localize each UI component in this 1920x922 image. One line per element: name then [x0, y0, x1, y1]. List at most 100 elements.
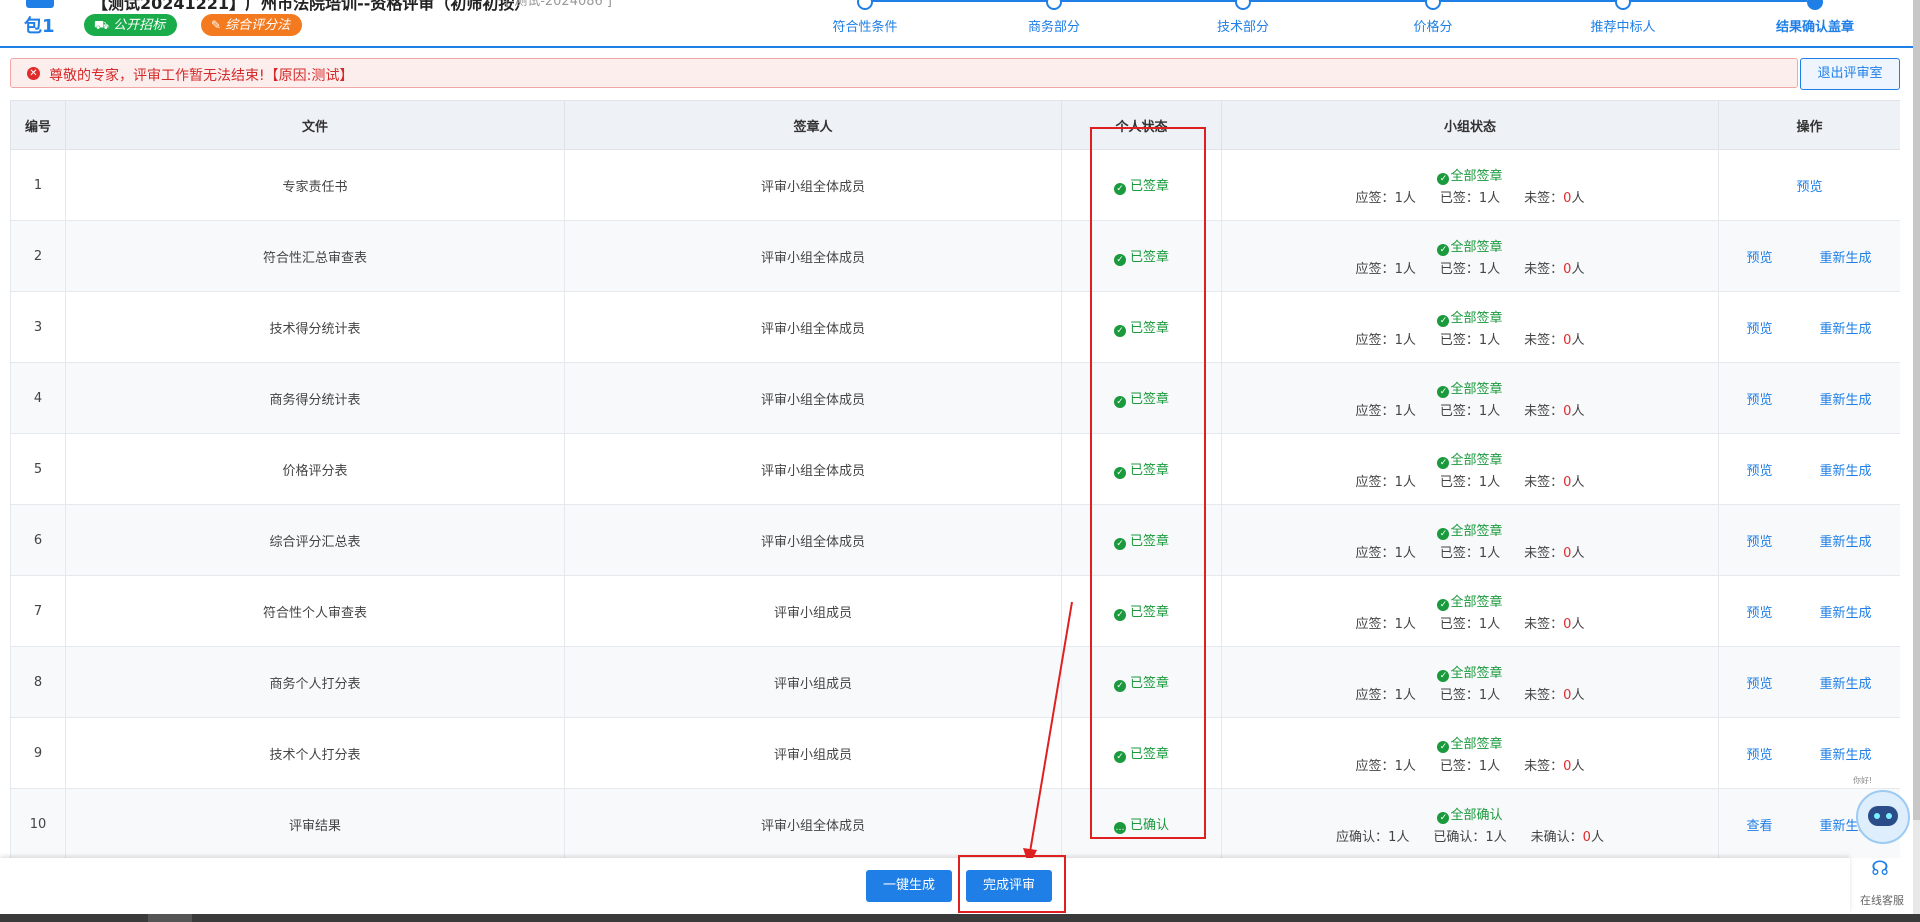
cell-number: 2 [10, 220, 66, 292]
group-status-label: ✓ 全部签章 [1222, 449, 1718, 469]
cell-actions: 预览 重新生成 [1718, 646, 1900, 718]
cell-signer: 评审小组全体成员 [564, 291, 1062, 363]
cell-file-name: 综合评分汇总表 [65, 504, 565, 576]
exit-review-room-button[interactable]: 退出评审室 [1800, 58, 1900, 90]
document-table-container[interactable]: 编号 文件 签章人 个人状态 小组状态 操作 1 专家责任书 评审小组全体成员 ✓ 已签… [10, 100, 1900, 858]
warning-alert: ✕ 尊敬的专家，评审工作暂无法结束!【原因:测试】 [10, 58, 1798, 88]
package-icon [26, 0, 54, 8]
regenerate-link[interactable]: 重新生成 [1796, 318, 1896, 337]
step-dot [1046, 0, 1062, 10]
group-status-label: ✓ 全部签章 [1222, 733, 1718, 753]
cell-actions: 预览 重新生成 [1718, 575, 1900, 647]
preview-link[interactable]: 预览 [1724, 460, 1796, 479]
cell-number: 10 [10, 788, 66, 858]
table-row: 9 技术个人打分表 评审小组成员 ✓ 已签章 ✓ 全部签章 应签：1人 已签：1人 未签：0人 预览… [10, 717, 1900, 789]
step-price[interactable]: 价格分 [1413, 16, 1452, 35]
check-circle-icon: ✓ [1437, 243, 1450, 256]
preview-link[interactable]: 预览 [1724, 602, 1796, 621]
cell-file-name: 符合性个人审查表 [65, 575, 565, 647]
group-status-counts: 应签：1人 已签：1人 未签：0人 [1355, 403, 1585, 419]
check-circle-icon: ✓ [1437, 314, 1450, 327]
group-status-counts: 应签：1人 已签：1人 未签：0人 [1355, 616, 1585, 632]
cell-number: 6 [10, 504, 66, 576]
step-technical[interactable]: 技术部分 [1217, 16, 1269, 35]
step-business[interactable]: 商务部分 [1028, 16, 1080, 35]
pencil-icon: ✎ [211, 18, 222, 32]
cell-actions: 预览 [1718, 149, 1900, 221]
document-table: 编号 文件 签章人 个人状态 小组状态 操作 1 专家责任书 评审小组全体成员 ✓ 已签… [10, 100, 1900, 858]
regenerate-link[interactable]: 重新生成 [1796, 389, 1896, 408]
cell-number: 4 [10, 362, 66, 434]
group-status-counts: 应签：1人 已签：1人 未签：0人 [1355, 758, 1585, 774]
group-status-counts: 应签：1人 已签：1人 未签：0人 [1355, 261, 1585, 277]
scrollbar-thumb[interactable] [1913, 0, 1920, 820]
step-result-confirm-seal[interactable]: 结果确认盖章 [1776, 16, 1854, 35]
preview-link[interactable]: 查看 [1724, 815, 1796, 834]
taskbar-item[interactable] [148, 914, 192, 922]
preview-link[interactable]: 预览 [1724, 247, 1796, 266]
annotation-highlight-personal-status [1090, 127, 1206, 839]
table-body: 1 专家责任书 评审小组全体成员 ✓ 已签章 ✓ 全部签章 应签：1人 已签：1人 未签：0人 预览… [10, 149, 1900, 858]
headset-icon[interactable]: ☊ [1868, 856, 1892, 880]
cell-signer: 评审小组成员 [564, 717, 1062, 789]
group-status-label: ✓ 全部签章 [1222, 591, 1718, 611]
header-bar: 包1 【测试20241221】广州市法院培训--资格评审（初筛初按） [ 测试-… [0, 0, 1920, 48]
preview-link[interactable]: 预览 [1724, 318, 1796, 337]
cell-actions: 预览 重新生成 [1718, 504, 1900, 576]
step-compliance[interactable]: 符合性条件 [832, 16, 897, 35]
header-number: 编号 [10, 100, 66, 150]
group-status-label: ✓ 全部签章 [1222, 520, 1718, 540]
cell-signer: 评审小组全体成员 [564, 149, 1062, 221]
cell-number: 7 [10, 575, 66, 647]
regenerate-link[interactable]: 重新生成 [1796, 602, 1896, 621]
regenerate-link[interactable]: 重新生成 [1796, 673, 1896, 692]
step-connector [1060, 0, 1237, 2]
regenerate-link[interactable]: 重新生成 [1796, 531, 1896, 550]
step-dot-active [1807, 0, 1823, 10]
cell-group-status: ✓ 全部签章 应签：1人 已签：1人 未签：0人 [1221, 504, 1719, 576]
group-status-label: ✓ 全部签章 [1222, 165, 1718, 185]
table-row: 2 符合性汇总审查表 评审小组全体成员 ✓ 已签章 ✓ 全部签章 应签：1人 已签：1人 未签：0… [10, 220, 1900, 292]
basket-icon: ⛟ [94, 18, 110, 32]
cell-signer: 评审小组成员 [564, 646, 1062, 718]
step-connector [870, 0, 1047, 2]
check-circle-icon: ✓ [1437, 172, 1450, 185]
cell-file-name: 商务得分统计表 [65, 362, 565, 434]
assistant-robot-icon[interactable] [1856, 790, 1910, 844]
cell-group-status: ✓ 全部签章应签：1人 已签：1人 未签：0人 [1221, 433, 1719, 505]
tag-evaluation-method: ✎ 综合评分法 [201, 14, 303, 36]
table-row: 4 商务得分统计表 评审小组全体成员 ✓ 已签章 ✓ 全部签章 应签：1人 已签：1人 未签：0人… [10, 362, 1900, 434]
cell-actions: 预览 重新生成 [1718, 717, 1900, 789]
group-status-counts: 应签：1人 已签：1人 未签：0人 [1355, 474, 1585, 490]
cell-file-name: 符合性汇总审查表 [65, 220, 565, 292]
preview-link[interactable]: 预览 [1796, 176, 1822, 195]
online-service-label[interactable]: 在线客服 [1860, 892, 1904, 908]
check-circle-icon: ✓ [1437, 669, 1450, 682]
header-file: 文件 [65, 100, 565, 150]
check-circle-icon: ✓ [1437, 740, 1450, 753]
header-signer: 签章人 [564, 100, 1062, 150]
step-dot [1235, 0, 1251, 10]
cell-actions: 预览 重新生成 [1718, 291, 1900, 363]
preview-link[interactable]: 预览 [1724, 673, 1796, 692]
table-row: 8 商务个人打分表 评审小组成员 ✓ 已签章 ✓ 全部签章 应签：1人 已签：1人 未签：0人 预览… [10, 646, 1900, 718]
cell-signer: 评审小组全体成员 [564, 504, 1062, 576]
table-row: 1 专家责任书 评审小组全体成员 ✓ 已签章 ✓ 全部签章 应签：1人 已签：1人 未签：0人 预览 [10, 149, 1900, 221]
one-click-generate-button[interactable]: 一键生成 [866, 870, 952, 902]
close-circle-icon: ✕ [27, 67, 40, 80]
group-status-counts: 应签：1人 已签：1人 未签：0人 [1355, 190, 1585, 206]
preview-link[interactable]: 预览 [1724, 531, 1796, 550]
robot-greeting: 你好! [1853, 776, 1873, 785]
footer-bar: 一键生成 完成评审 [0, 858, 1850, 914]
regenerate-link[interactable]: 重新生成 [1796, 247, 1896, 266]
project-title: 【测试20241221】广州市法院培训--资格评审（初筛初按） [92, 0, 531, 13]
step-connector [1250, 0, 1427, 2]
cell-signer: 评审小组成员 [564, 575, 1062, 647]
preview-link[interactable]: 预览 [1724, 389, 1796, 408]
regenerate-link[interactable]: 重新生成 [1796, 460, 1896, 479]
preview-link[interactable]: 预览 [1724, 744, 1796, 763]
cell-group-status: ✓ 全部签章应签：1人 已签：1人 未签：0人 [1221, 717, 1719, 789]
regenerate-link[interactable]: 重新生成 [1796, 744, 1896, 763]
cell-number: 5 [10, 433, 66, 505]
step-recommend-winner[interactable]: 推荐中标人 [1590, 16, 1655, 35]
